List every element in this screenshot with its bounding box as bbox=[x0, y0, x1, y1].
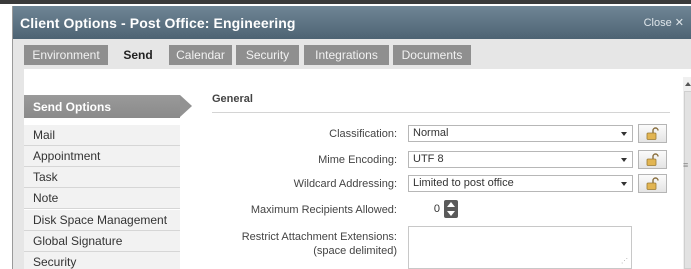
scrollbar-thumb[interactable] bbox=[684, 91, 691, 269]
sidebar-item-security[interactable]: Security bbox=[24, 252, 180, 269]
sidebar-item-note[interactable]: Note bbox=[24, 188, 180, 209]
restrict-extensions-textarea[interactable]: ⋰ bbox=[408, 226, 632, 269]
mime-encoding-label: Mime Encoding: bbox=[318, 154, 397, 166]
close-label: Close bbox=[643, 17, 672, 29]
unlock-icon bbox=[646, 127, 659, 140]
restrict-extensions-label: Restrict Attachment Extensions: bbox=[241, 231, 397, 243]
restrict-extensions-sublabel: (space delimited) bbox=[313, 245, 397, 257]
scroll-up-icon[interactable] bbox=[685, 82, 691, 86]
mime-encoding-lock-button[interactable] bbox=[638, 150, 667, 169]
tab-send[interactable]: Send bbox=[113, 45, 163, 65]
wildcard-addressing-select[interactable]: Limited to post office bbox=[408, 175, 633, 192]
vertical-scrollbar[interactable]: ≡ bbox=[683, 77, 691, 269]
mime-encoding-value: UTF 8 bbox=[413, 153, 444, 165]
classification-label: Classification: bbox=[329, 128, 397, 140]
wildcard-lock-button[interactable] bbox=[638, 174, 667, 193]
client-options-dialog: Client Options - Post Office: Engineerin… bbox=[12, 6, 691, 269]
mime-encoding-select[interactable]: UTF 8 bbox=[408, 151, 633, 168]
wildcard-addressing-value: Limited to post office bbox=[413, 177, 514, 189]
unlock-icon bbox=[646, 177, 659, 190]
max-recipients-label: Maximum Recipients Allowed: bbox=[250, 204, 397, 216]
chevron-down-icon bbox=[621, 132, 627, 136]
group-divider bbox=[212, 112, 670, 113]
sidebar-item-disk-space[interactable]: Disk Space Management bbox=[24, 210, 180, 231]
max-recipients-stepper[interactable] bbox=[444, 200, 458, 218]
wildcard-addressing-label: Wildcard Addressing: bbox=[293, 178, 397, 190]
group-title: General bbox=[212, 93, 253, 105]
tab-integrations[interactable]: Integrations bbox=[304, 45, 389, 65]
chevron-down-icon bbox=[621, 158, 627, 162]
classification-value: Normal bbox=[413, 127, 449, 139]
tab-security[interactable]: Security bbox=[236, 45, 299, 65]
sidebar-item-global-signature[interactable]: Global Signature bbox=[24, 231, 180, 252]
close-button[interactable]: Close ✕ bbox=[644, 16, 684, 29]
send-options-panel: Send Options Mail Appointment Task Note … bbox=[24, 69, 691, 269]
title-bar[interactable]: Client Options - Post Office: Engineerin… bbox=[13, 6, 691, 39]
chevron-down-icon bbox=[621, 182, 627, 186]
unlock-icon bbox=[646, 153, 659, 166]
stepper-down-icon[interactable] bbox=[447, 211, 455, 216]
selection-arrow bbox=[180, 95, 192, 117]
scroll-grip-icon: ≡ bbox=[683, 160, 689, 170]
dialog-title: Client Options - Post Office: Engineerin… bbox=[20, 15, 296, 31]
sidebar-header[interactable]: Send Options bbox=[24, 95, 192, 118]
tab-environment[interactable]: Environment bbox=[24, 45, 108, 65]
tab-documents[interactable]: Documents bbox=[393, 45, 471, 65]
sidebar-item-task[interactable]: Task bbox=[24, 167, 180, 188]
sidebar-item-mail[interactable]: Mail bbox=[24, 125, 180, 146]
tab-calendar[interactable]: Calendar bbox=[169, 45, 232, 65]
resize-grip-icon[interactable]: ⋰ bbox=[621, 257, 628, 265]
top-strip-dark bbox=[0, 0, 691, 4]
sidebar-item-appointment[interactable]: Appointment bbox=[24, 146, 180, 167]
send-options-sidebar: Send Options Mail Appointment Task Note … bbox=[24, 69, 192, 269]
classification-select[interactable]: Normal bbox=[408, 125, 633, 142]
classification-lock-button[interactable] bbox=[638, 124, 667, 143]
max-recipients-input[interactable]: 0 bbox=[408, 200, 443, 218]
close-icon[interactable]: ✕ bbox=[675, 17, 684, 29]
stepper-up-icon[interactable] bbox=[447, 202, 455, 207]
general-settings: General Classification: Normal Mime Enco… bbox=[202, 69, 672, 269]
sidebar-header-label: Send Options bbox=[33, 100, 111, 114]
